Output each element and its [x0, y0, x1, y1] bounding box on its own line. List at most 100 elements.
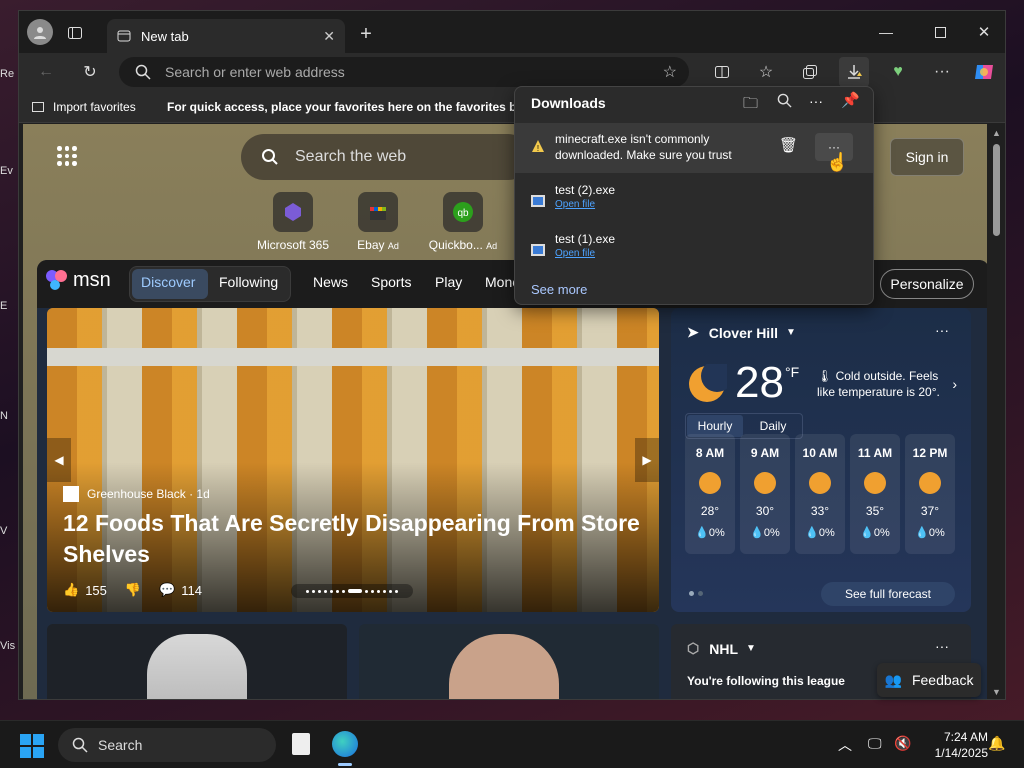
settings-more-icon[interactable]: ··· — [927, 57, 957, 87]
hero-article[interactable]: ◀ ▶ Greenhouse Black · 1d 12 Foods That … — [47, 308, 659, 612]
like-icon[interactable]: 👍 — [63, 582, 79, 598]
close-window-button[interactable]: ✕ — [969, 21, 999, 43]
sun-icon — [699, 472, 721, 494]
tab-actions-icon[interactable] — [65, 23, 85, 43]
hero-next-arrow-icon[interactable]: ▶ — [635, 438, 659, 482]
svg-text:qb: qb — [457, 208, 469, 219]
active-app-indicator — [338, 763, 352, 766]
new-tab-button[interactable]: + — [355, 23, 377, 45]
quick-link-quickbooks[interactable]: qb Quickbo... Ad — [423, 192, 503, 252]
web-search-input[interactable]: Search the web — [241, 134, 531, 180]
search-icon — [135, 64, 151, 80]
downloads-more-icon[interactable]: ··· — [809, 93, 823, 109]
search-icon — [72, 737, 88, 753]
desktop-icon[interactable]: V — [0, 525, 18, 537]
weather-location[interactable]: ➤ Clover Hill ▼ — [687, 324, 796, 341]
scrollbar-thumb[interactable] — [993, 144, 1000, 236]
desktop-icon[interactable]: N — [0, 410, 18, 422]
close-tab-icon[interactable]: ✕ — [323, 28, 335, 45]
open-file-link[interactable]: Open file — [555, 199, 595, 210]
hero-headline[interactable]: 12 Foods That Are Secretly Disappearing … — [63, 508, 653, 570]
open-file-link[interactable]: Open file — [555, 248, 595, 259]
taskbar-search-input[interactable]: Search — [58, 728, 276, 762]
article-card[interactable] — [359, 624, 659, 699]
sun-icon — [919, 472, 941, 494]
windows-start-icon[interactable] — [20, 734, 44, 758]
article-reactions: 👍 155 👎 💬 114 — [63, 582, 202, 598]
desktop-icon[interactable]: Re — [0, 68, 18, 80]
chevron-up-icon[interactable]: ︿ — [838, 735, 852, 755]
open-folder-icon[interactable]: 🗀 — [743, 93, 758, 118]
import-favorites-button[interactable]: Import favorites — [31, 100, 136, 114]
nhl-more-icon[interactable]: ··· — [935, 638, 949, 654]
desktop-icon[interactable]: Ev — [0, 165, 18, 177]
article-card[interactable] — [47, 624, 347, 699]
download-item-warning[interactable]: ! minecraft.exe isn't commonly downloade… — [515, 123, 873, 173]
sun-icon — [809, 472, 831, 494]
svg-text:!: ! — [537, 144, 539, 153]
msn-butterfly-icon — [46, 270, 67, 290]
tab-following[interactable]: Following — [219, 274, 278, 290]
refresh-icon[interactable]: ↻ — [75, 57, 105, 87]
favorites-icon[interactable]: ☆ — [751, 57, 781, 87]
volume-mute-icon[interactable]: 🔇 — [894, 735, 911, 752]
nav-play[interactable]: Play — [435, 274, 462, 290]
hour-forecast: 9 AM 30° 💧0% — [740, 434, 790, 554]
network-icon[interactable]: 🖵 — [868, 735, 882, 752]
delete-icon[interactable]: 🗑 — [779, 136, 798, 154]
comment-icon[interactable]: 💬 — [159, 582, 175, 598]
minimize-button[interactable]: — — [871, 21, 901, 43]
edge-icon[interactable] — [332, 731, 358, 757]
apps-launcher-icon[interactable] — [57, 146, 77, 166]
address-bar[interactable]: Search or enter web address ☆ — [119, 57, 689, 87]
clock[interactable]: 7:24 AM 1/14/2025 — [918, 729, 988, 761]
back-arrow-icon[interactable]: ← — [31, 57, 61, 87]
feedback-button[interactable]: 👥 Feedback — [877, 663, 981, 697]
location-arrow-icon: ➤ — [687, 324, 699, 340]
copilot-icon[interactable] — [969, 57, 999, 87]
desktop-icon[interactable]: Vis — [0, 640, 18, 652]
vertical-scrollbar[interactable]: ▲ ▼ — [987, 124, 1005, 699]
weather-more-icon[interactable]: ··· — [935, 322, 949, 338]
collections-icon[interactable] — [795, 57, 825, 87]
hero-prev-arrow-icon[interactable]: ◀ — [47, 438, 71, 482]
quick-link-microsoft-365[interactable]: Microsoft 365 — [253, 192, 333, 252]
chevron-right-icon[interactable]: › — [952, 376, 957, 392]
download-item[interactable]: test (2).exe Open file — [515, 179, 873, 223]
see-more-link[interactable]: See more — [531, 282, 587, 297]
download-filename: test (2).exe — [555, 183, 616, 197]
nav-sports[interactable]: Sports — [371, 274, 411, 290]
desktop-icon[interactable]: E — [0, 300, 18, 312]
downloads-icon[interactable] — [839, 57, 869, 87]
notification-bell-icon[interactable]: 🔔 — [988, 735, 1005, 752]
see-full-forecast-button[interactable]: See full forecast — [821, 582, 955, 606]
msn-logo[interactable]: msn — [45, 268, 111, 292]
weather-summary: 🌡 Cold outside. Feels like temperature i… — [817, 369, 940, 399]
quickbooks-icon: qb — [443, 192, 483, 232]
profile-avatar[interactable] — [27, 19, 53, 45]
weather-card: ➤ Clover Hill ▼ ··· 28 °F 🌡 Cold outside… — [671, 308, 971, 612]
favorite-star-icon[interactable]: ☆ — [663, 62, 677, 82]
pin-icon[interactable]: 📌 — [841, 91, 860, 109]
quick-link-ebay[interactable]: Ebay Ad — [338, 192, 418, 252]
nhl-header[interactable]: ⬡ NHL ▼ — [687, 640, 756, 657]
personalize-button[interactable]: Personalize — [880, 269, 974, 299]
sign-in-button[interactable]: Sign in — [890, 138, 964, 176]
download-item[interactable]: test (1).exe Open file — [515, 228, 873, 272]
tab-new-tab[interactable]: New tab ✕ — [107, 19, 345, 53]
scroll-up-icon[interactable]: ▲ — [992, 128, 1001, 138]
scroll-down-icon[interactable]: ▼ — [992, 687, 1001, 697]
nav-news[interactable]: News — [313, 274, 348, 290]
taskbar: Search ︿ 🖵 🔇 7:24 AM 1/14/2025 🔔 — [0, 720, 1024, 768]
search-downloads-icon[interactable] — [777, 93, 792, 113]
address-placeholder: Search or enter web address — [165, 64, 345, 80]
file-explorer-icon[interactable] — [292, 733, 310, 755]
carousel-indicator[interactable] — [291, 584, 413, 598]
dislike-icon[interactable]: 👎 — [125, 582, 141, 598]
tab-discover[interactable]: Discover — [141, 274, 195, 290]
weather-page-dots[interactable] — [689, 591, 703, 597]
maximize-button[interactable] — [925, 21, 955, 43]
split-screen-icon[interactable] — [707, 57, 737, 87]
browser-essentials-icon[interactable]: ♥ — [883, 57, 913, 87]
downloads-title: Downloads — [531, 95, 606, 111]
